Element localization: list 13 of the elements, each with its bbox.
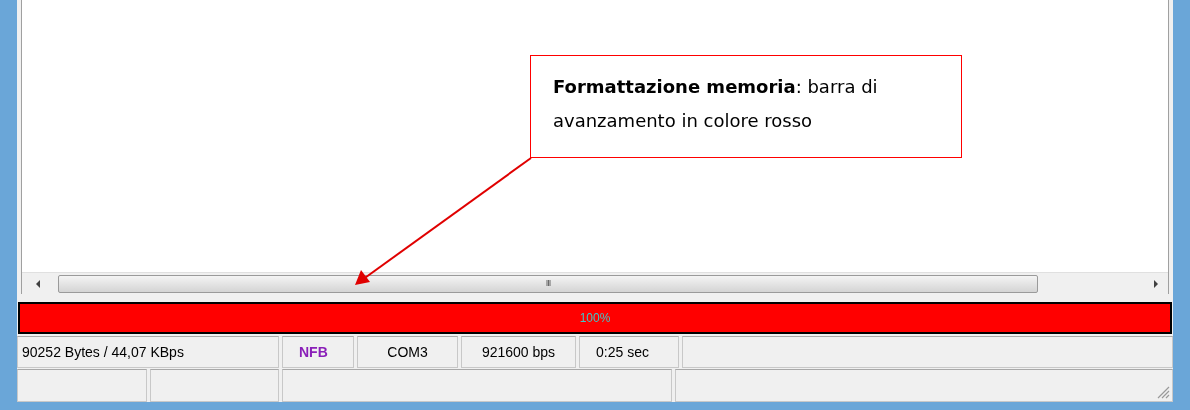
grip-icon: III [545,279,551,288]
status-text: COM3 [386,342,429,362]
status-text: NFB [298,342,329,362]
scrollbar-thumb[interactable]: III [58,274,1038,293]
scroll-left-icon[interactable] [36,279,40,288]
progress-reading: 100% [578,310,612,327]
scroll-right-icon[interactable] [1154,279,1158,288]
resize-grip-icon[interactable] [1156,385,1170,399]
status-text: 921600 bps [480,342,557,362]
status-text: 0:25 sec [595,342,650,362]
status-text: 90252 Bytes / 44,07 KBps [21,342,185,362]
horizontal-scrollbar[interactable]: III [22,272,1168,294]
callout-text: Formattazione memoria: barra di avanzamento in colore rosso [553,75,879,133]
